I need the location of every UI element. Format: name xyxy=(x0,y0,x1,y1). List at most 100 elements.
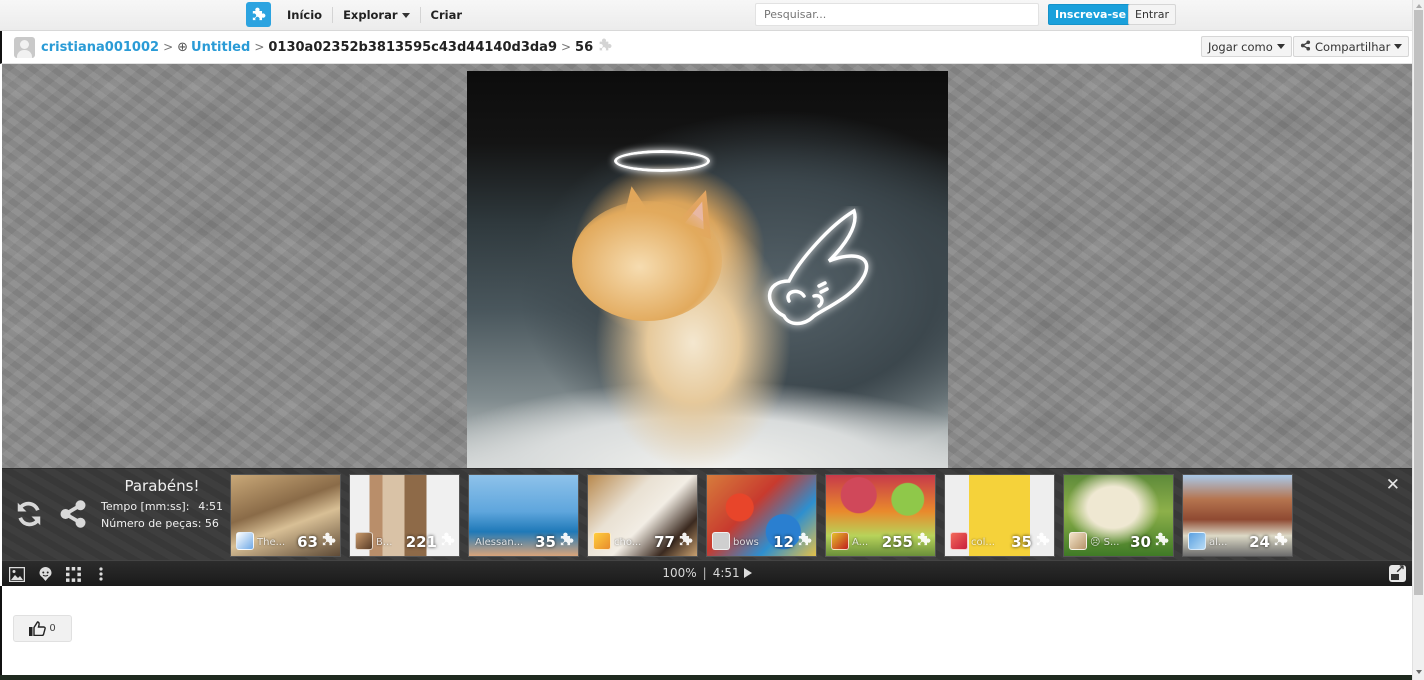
scroll-down-arrow[interactable] xyxy=(1416,670,1422,674)
breadcrumb-album[interactable]: Untitled xyxy=(191,40,250,55)
vertical-scrollbar[interactable] xyxy=(1412,0,1424,680)
share-label: Compartilhar xyxy=(1315,39,1391,54)
puzzle-piece-icon xyxy=(915,531,932,552)
puzzle-piece-icon xyxy=(677,531,694,552)
suggested-puzzle-thumbnail[interactable]: Alessan... 35 xyxy=(468,474,579,557)
thumbnail-author: ☹ S... xyxy=(1090,537,1120,548)
puzzle-stage[interactable] xyxy=(2,64,1412,471)
user-avatar[interactable] xyxy=(14,36,35,58)
puzzle-piece-icon xyxy=(1034,531,1051,552)
time-label: Tempo [mm:ss]: xyxy=(101,500,190,513)
share-icon[interactable] xyxy=(58,499,88,534)
site-logo[interactable] xyxy=(246,2,271,27)
thumbnail-author: A... xyxy=(852,537,869,548)
share-dropdown[interactable]: Compartilhar xyxy=(1293,36,1410,57)
breadcrumb-separator: > xyxy=(560,40,572,54)
thumbs-up-icon xyxy=(29,621,47,636)
page-border xyxy=(0,586,2,680)
like-count: 0 xyxy=(49,623,56,634)
pieces-label: Número de peças: xyxy=(101,517,202,530)
thumbnail-piece-count: 221 xyxy=(405,533,437,551)
time-value: 4:51 xyxy=(198,500,223,513)
top-navigation-bar: Início Explorar Criar Inscreva-se Entrar xyxy=(0,0,1412,31)
nav-home[interactable]: Início xyxy=(283,7,334,23)
suggested-puzzle-thumbnail[interactable]: col... 35 xyxy=(944,474,1055,557)
thumbnail-author: col... xyxy=(971,537,995,548)
scrollbar-thumb[interactable] xyxy=(1414,10,1423,595)
play-as-dropdown[interactable]: Jogar como xyxy=(1201,36,1292,57)
play-icon[interactable] xyxy=(743,568,752,578)
login-button[interactable]: Entrar xyxy=(1128,4,1177,25)
zoom-level: 100% xyxy=(662,566,697,580)
scroll-up-arrow[interactable] xyxy=(1416,4,1422,8)
puzzle-piece-icon xyxy=(597,37,613,57)
fullscreen-icon[interactable] xyxy=(1389,562,1406,582)
nav-explore[interactable]: Explorar xyxy=(333,7,421,23)
main-nav: Início Explorar Criar xyxy=(283,0,472,30)
signup-button[interactable]: Inscreva-se xyxy=(1048,4,1134,25)
search-input[interactable] xyxy=(755,3,1039,26)
suggested-puzzle-thumbnail[interactable]: ☹ S... 30 xyxy=(1063,474,1174,557)
puzzle-piece-icon xyxy=(1153,531,1170,552)
kitten-face xyxy=(572,201,722,321)
congrats-title: Parabéns! xyxy=(124,477,200,495)
suggested-puzzles: The... 63 B... 221 Alessan... 35 cho... 77 bows 1… xyxy=(230,474,1293,557)
thumbnail-author: The... xyxy=(257,537,286,548)
puzzle-piece-icon xyxy=(252,7,266,21)
thumbnail-author: B... xyxy=(376,537,393,548)
completion-panel: Parabéns! Tempo [mm:ss]: 4:51 Número de p… xyxy=(2,468,1412,560)
thumbnail-piece-count: 63 xyxy=(297,533,318,551)
suggested-puzzle-thumbnail[interactable]: bows 12 xyxy=(706,474,817,557)
page-bottom-edge xyxy=(0,675,1412,680)
login-label: Entrar xyxy=(1135,8,1170,21)
author-avatar xyxy=(236,532,254,550)
thumbnail-piece-count: 35 xyxy=(535,533,556,551)
status-readout: 100% | 4:51 xyxy=(2,566,1412,580)
puzzle-piece-icon xyxy=(439,531,456,552)
author-avatar xyxy=(1188,532,1206,550)
suggested-puzzle-thumbnail[interactable]: A... 255 xyxy=(825,474,936,557)
nav-create-label: Criar xyxy=(430,8,463,22)
thumbnail-author: bows xyxy=(733,537,759,548)
thumbnail-piece-count: 35 xyxy=(1011,533,1032,551)
thumbnail-piece-count: 77 xyxy=(654,533,675,551)
nav-create[interactable]: Criar xyxy=(421,7,473,23)
suggested-puzzle-thumbnail[interactable]: cho... 77 xyxy=(587,474,698,557)
breadcrumb-pieces[interactable]: 56 xyxy=(575,40,593,55)
chevron-down-icon xyxy=(1394,44,1403,49)
puzzle-piece-icon xyxy=(796,531,813,552)
suggested-puzzle-thumbnail[interactable]: al... 24 xyxy=(1182,474,1293,557)
close-icon[interactable]: ✕ xyxy=(1386,475,1400,495)
puzzle-piece-icon xyxy=(1272,531,1289,552)
thumbnail-author: al... xyxy=(1209,537,1228,548)
author-avatar xyxy=(355,532,373,550)
thumbnail-piece-count: 12 xyxy=(773,533,794,551)
breadcrumb-separator: > xyxy=(163,40,174,54)
author-avatar xyxy=(950,532,968,550)
suggested-puzzle-thumbnail[interactable]: B... 221 xyxy=(349,474,460,557)
timer: 4:51 xyxy=(712,566,740,580)
restart-icon[interactable] xyxy=(14,499,44,534)
thumbnail-author: Alessan... xyxy=(475,537,524,548)
nav-explore-label: Explorar xyxy=(343,8,398,22)
readout-separator: | xyxy=(702,566,707,580)
play-as-label: Jogar como xyxy=(1208,39,1273,54)
breadcrumb-puzzle-id[interactable]: 0130a02352b3813595c43d44140d3da9 xyxy=(268,40,557,55)
thumbnail-piece-count: 24 xyxy=(1249,533,1270,551)
signup-label: Inscreva-se xyxy=(1055,8,1127,21)
puzzle-piece-icon xyxy=(320,531,337,552)
breadcrumb-separator: > xyxy=(254,40,265,54)
chevron-down-icon xyxy=(401,13,410,18)
wing-shape xyxy=(767,208,869,326)
thumbnail-piece-count: 255 xyxy=(881,533,913,551)
suggested-puzzle-thumbnail[interactable]: The... 63 xyxy=(230,474,341,557)
chevron-down-icon xyxy=(1276,44,1285,49)
author-avatar xyxy=(593,532,611,550)
nav-home-label: Início xyxy=(287,8,323,22)
author-avatar xyxy=(831,532,849,550)
puzzle-piece-icon xyxy=(558,531,575,552)
breadcrumb-user[interactable]: cristiana001002 xyxy=(41,40,159,55)
breadcrumb: cristiana001002 > ⊕ Untitled > 0130a0235… xyxy=(14,36,613,58)
like-button[interactable]: 0 xyxy=(13,615,72,642)
completed-puzzle-image xyxy=(467,71,948,471)
